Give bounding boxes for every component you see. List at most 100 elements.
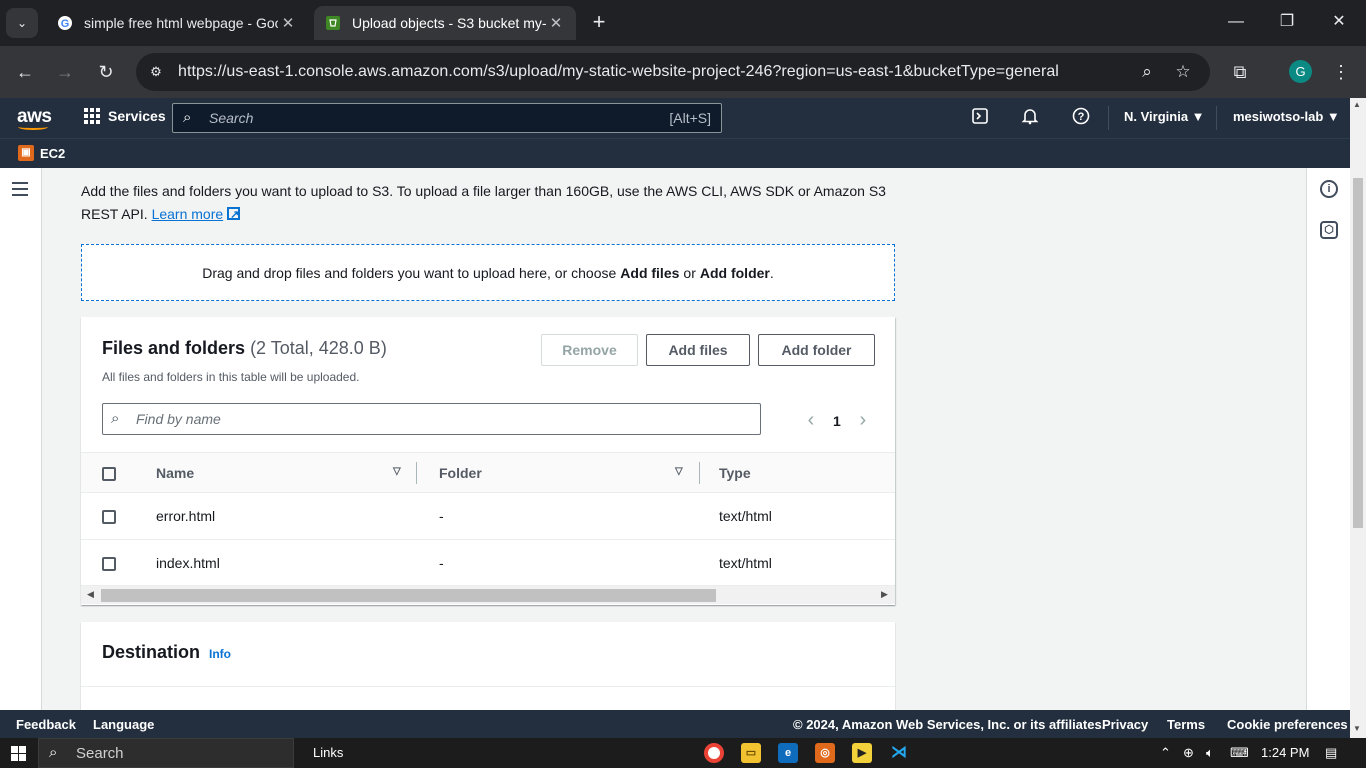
extensions-icon[interactable]: ⧉ bbox=[1225, 58, 1255, 86]
cloudshell-icon[interactable] bbox=[969, 107, 991, 129]
learn-more-link[interactable]: Learn more bbox=[152, 206, 224, 222]
forward-icon[interactable]: → bbox=[50, 58, 80, 86]
help-panel-rail: i ⬡ bbox=[1306, 168, 1350, 710]
app-icon[interactable]: ▶ bbox=[852, 743, 872, 763]
restore-icon[interactable]: ❐ bbox=[1267, 10, 1307, 36]
keyboard-icon[interactable]: ⌨ bbox=[1230, 745, 1249, 761]
column-resizer[interactable] bbox=[416, 462, 417, 484]
remove-button[interactable]: Remove bbox=[541, 334, 638, 366]
select-all-checkbox[interactable] bbox=[102, 466, 116, 481]
cookie-preferences-link[interactable]: Cookie preferences bbox=[1227, 717, 1348, 732]
new-tab-button[interactable]: + bbox=[586, 10, 612, 36]
address-bar[interactable]: ⚙ https://us-east-1.console.aws.amazon.c… bbox=[136, 53, 1210, 91]
grid-icon bbox=[84, 108, 100, 124]
file-folder: - bbox=[439, 508, 444, 524]
site-settings-icon[interactable]: ⚙ bbox=[146, 62, 166, 82]
row-checkbox[interactable] bbox=[102, 510, 116, 525]
add-folder-button[interactable]: Add folder bbox=[758, 334, 875, 366]
current-page[interactable]: 1 bbox=[833, 413, 841, 429]
aws-search-input[interactable]: ⌕ Search [Alt+S] bbox=[172, 103, 722, 133]
links-toolbar[interactable]: Links bbox=[313, 745, 343, 760]
sort-icon[interactable]: ▽ bbox=[675, 466, 683, 477]
tab-search-button[interactable]: ⌄ bbox=[6, 8, 38, 38]
menu-icon[interactable] bbox=[12, 182, 28, 200]
edge-icon[interactable]: e bbox=[778, 743, 798, 763]
next-page-icon[interactable]: › bbox=[851, 409, 875, 432]
tray-chevron-icon[interactable]: ⌃ bbox=[1160, 745, 1171, 761]
find-by-name-input[interactable]: ⌕ Find by name bbox=[102, 403, 761, 435]
add-files-button[interactable]: Add files bbox=[646, 334, 750, 366]
column-header-name[interactable]: Name ▽ bbox=[136, 453, 419, 493]
account-menu[interactable]: mesiwotso-lab ▼ bbox=[1233, 109, 1340, 124]
destination-title: Destination bbox=[102, 642, 201, 662]
aws-logo-smile bbox=[18, 124, 48, 130]
favorite-ec2[interactable]: ▣ EC2 bbox=[18, 145, 65, 161]
notifications-bell-icon[interactable] bbox=[1019, 107, 1041, 129]
row-checkbox[interactable] bbox=[102, 557, 116, 572]
page-vertical-scrollbar[interactable]: ▲ ▼ bbox=[1350, 98, 1366, 738]
hexagon-icon[interactable]: ⬡ bbox=[1320, 221, 1338, 239]
clock[interactable]: 1:24 PM bbox=[1261, 745, 1309, 760]
app-icon[interactable]: ◎ bbox=[815, 743, 835, 763]
feedback-link[interactable]: Feedback bbox=[16, 717, 76, 732]
minimize-icon[interactable]: — bbox=[1216, 10, 1256, 36]
table-row: index.html - text/html bbox=[81, 540, 895, 587]
region-selector[interactable]: N. Virginia ▼ bbox=[1124, 109, 1205, 124]
taskbar-search[interactable]: ⌕ Search bbox=[38, 738, 294, 768]
scroll-up-icon[interactable]: ▲ bbox=[1353, 100, 1361, 109]
divider bbox=[81, 686, 895, 687]
scroll-thumb[interactable] bbox=[101, 589, 716, 602]
ec2-icon: ▣ bbox=[18, 145, 34, 161]
drop-zone[interactable]: Drag and drop files and folders you want… bbox=[81, 244, 895, 301]
column-resizer[interactable] bbox=[699, 462, 700, 484]
close-tab-icon[interactable]: ✕ bbox=[278, 14, 298, 32]
privacy-link[interactable]: Privacy bbox=[1102, 717, 1148, 732]
bookmark-star-icon[interactable]: ☆ bbox=[1172, 61, 1194, 83]
network-icon[interactable]: ⊕ bbox=[1183, 745, 1194, 761]
scroll-thumb[interactable] bbox=[1353, 178, 1363, 528]
sort-icon[interactable]: ▽ bbox=[393, 466, 401, 477]
file-type: text/html bbox=[719, 555, 772, 571]
column-header-folder[interactable]: Folder ▽ bbox=[419, 453, 701, 493]
panel-subtitle: All files and folders in this table will… bbox=[102, 370, 360, 384]
notification-center-icon[interactable]: ▤ bbox=[1325, 745, 1337, 761]
horizontal-scrollbar[interactable]: ◀ ▶ bbox=[81, 585, 895, 604]
services-menu-button[interactable]: Services bbox=[84, 108, 166, 124]
side-navigation-rail bbox=[0, 168, 42, 710]
close-window-icon[interactable]: ✕ bbox=[1319, 10, 1359, 36]
browser-menu-icon[interactable]: ⋮ bbox=[1326, 58, 1356, 86]
back-icon[interactable]: ← bbox=[10, 58, 40, 86]
help-icon[interactable]: ? bbox=[1070, 107, 1092, 129]
browser-tab-s3-upload[interactable]: Upload objects - S3 bucket my-static-web… bbox=[314, 6, 576, 40]
windows-start-icon[interactable] bbox=[11, 746, 26, 761]
vscode-icon[interactable]: ⋊ bbox=[889, 743, 909, 763]
file-explorer-icon[interactable]: ▭ bbox=[741, 743, 761, 763]
scroll-right-icon[interactable]: ▶ bbox=[881, 589, 888, 600]
scroll-left-icon[interactable]: ◀ bbox=[87, 589, 94, 600]
browser-toolbar: ← → ↻ ⚙ https://us-east-1.console.aws.am… bbox=[0, 46, 1366, 98]
dropzone-add-folder: Add folder bbox=[699, 264, 770, 281]
scroll-down-icon[interactable]: ▼ bbox=[1353, 724, 1361, 733]
column-header-type[interactable]: Type bbox=[701, 453, 895, 493]
browser-tab-google[interactable]: G simple free html webpage - Google Sear… bbox=[46, 6, 308, 40]
reload-icon[interactable]: ↻ bbox=[91, 58, 121, 86]
language-link[interactable]: Language bbox=[93, 717, 154, 732]
main-content: Add the files and folders you want to up… bbox=[42, 168, 1306, 710]
profile-avatar[interactable]: G bbox=[1289, 60, 1312, 83]
url-text[interactable]: https://us-east-1.console.aws.amazon.com… bbox=[178, 63, 1059, 81]
chrome-icon[interactable] bbox=[704, 743, 724, 763]
search-placeholder: Search bbox=[209, 110, 254, 126]
s3-bucket-icon bbox=[324, 14, 342, 32]
panel-title-text: Files and folders bbox=[102, 338, 246, 358]
volume-icon[interactable]: 🔈︎ bbox=[1206, 745, 1214, 761]
info-link[interactable]: Info bbox=[209, 647, 231, 661]
close-tab-icon[interactable]: ✕ bbox=[546, 14, 566, 32]
zoom-icon[interactable]: ⌕ bbox=[1136, 61, 1158, 83]
info-panel-icon[interactable]: i bbox=[1320, 180, 1338, 198]
pagination: ‹ 1 › bbox=[799, 409, 875, 432]
terms-link[interactable]: Terms bbox=[1167, 717, 1205, 732]
google-icon: G bbox=[56, 14, 74, 32]
previous-page-icon[interactable]: ‹ bbox=[799, 409, 823, 432]
table-header-row: Name ▽ Folder ▽ Type bbox=[81, 452, 895, 493]
table-row: error.html - text/html bbox=[81, 493, 895, 540]
